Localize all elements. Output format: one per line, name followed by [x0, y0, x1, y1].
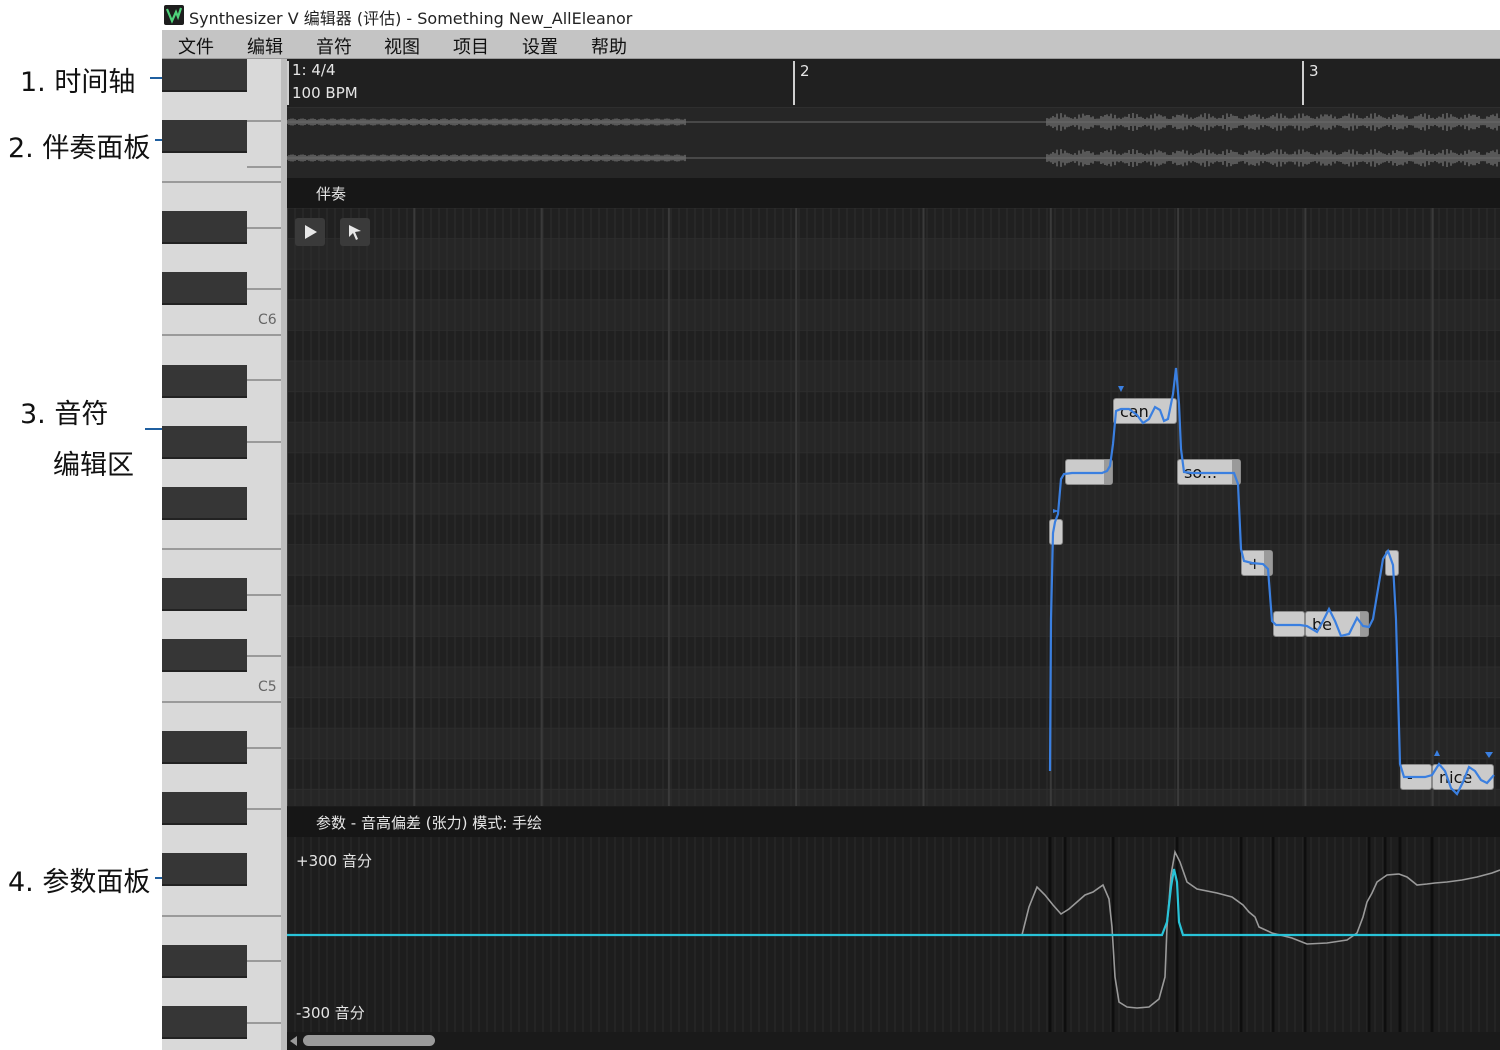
piano-black-key[interactable]	[162, 426, 247, 459]
annotation-notes: 3. 音符	[20, 399, 109, 430]
piano-key-divider	[247, 379, 285, 381]
play-icon	[305, 225, 317, 239]
note-block[interactable]: nice	[1432, 764, 1494, 790]
app-window: Synthesizer V 编辑器 (评估) - Something New_A…	[162, 0, 1500, 1050]
piano-key-divider	[247, 808, 285, 810]
tempo: 100 BPM	[292, 84, 358, 102]
piano-black-key[interactable]	[162, 59, 247, 92]
bar-3-line	[1302, 61, 1304, 105]
parameter-title: 参数 - 音高偏差 (张力) 模式: 手绘	[316, 814, 543, 832]
piano-key-divider	[162, 915, 285, 917]
note-lyric: +	[1248, 554, 1262, 573]
note-block[interactable]	[1385, 550, 1399, 576]
accompaniment-panel[interactable]	[287, 108, 1500, 178]
piano-key-divider	[247, 1022, 285, 1024]
note-lyric: be	[1312, 615, 1332, 634]
note-end-handle[interactable]	[1264, 551, 1272, 575]
piano-black-key[interactable]	[162, 639, 247, 672]
piano-black-key[interactable]	[162, 578, 247, 611]
annotation-parameters: 4. 参数面板	[8, 867, 151, 898]
note-editor-grid[interactable]	[287, 208, 1500, 806]
piano-key-divider	[162, 334, 285, 336]
note-block[interactable]	[1065, 459, 1113, 485]
grid-lines	[287, 208, 1500, 806]
piano-black-key[interactable]	[162, 945, 247, 978]
note-lyric: so...	[1184, 463, 1218, 482]
window-title: Synthesizer V 编辑器 (评估) - Something New_A…	[189, 9, 633, 28]
scroll-left-arrow-icon[interactable]	[290, 1036, 297, 1046]
note-block[interactable]: +	[1241, 550, 1273, 576]
piano-key-divider	[247, 166, 285, 168]
piano-black-key[interactable]	[162, 853, 247, 886]
piano-black-key[interactable]	[162, 272, 247, 305]
piano-label-c6: C6	[258, 312, 277, 328]
horizontal-scrollbar[interactable]	[287, 1032, 1500, 1050]
bar-3-number: 3	[1309, 62, 1319, 80]
note-block[interactable]: be	[1305, 611, 1369, 637]
note-lyric: -	[1407, 768, 1413, 787]
piano-black-key[interactable]	[162, 731, 247, 764]
accompaniment-title: 伴奏	[316, 185, 347, 203]
piano-black-key[interactable]	[162, 120, 247, 153]
menu-edit[interactable]: 编辑	[247, 33, 283, 59]
piano-label-c5: C5	[258, 679, 277, 695]
bar-1-line	[287, 61, 289, 105]
parameter-panel[interactable]: +300 音分 -300 音分	[287, 837, 1500, 1032]
piano-key-divider	[162, 181, 285, 183]
menu-notes[interactable]: 音符	[316, 33, 352, 59]
piano-key-divider	[247, 227, 285, 229]
note-end-handle[interactable]	[1232, 460, 1240, 484]
annotation-timeline: 1. 时间轴	[20, 67, 136, 98]
scrollbar-thumb[interactable]	[303, 1035, 435, 1046]
menu-project[interactable]: 项目	[453, 33, 489, 59]
piano-black-key[interactable]	[162, 1006, 247, 1039]
piano-key-divider	[162, 548, 285, 550]
menu-help[interactable]: 帮助	[591, 33, 627, 59]
menu-file[interactable]: 文件	[178, 33, 214, 59]
editor-main: 1: 4/4 100 BPM 2 3 伴奏 can so... + - be -…	[287, 59, 1500, 1050]
annotation-notes-line2: 编辑区	[53, 450, 134, 481]
piano-key-divider	[247, 288, 285, 290]
note-block[interactable]: -	[1273, 611, 1305, 637]
piano-key-divider	[247, 594, 285, 596]
parameter-min-label: -300 音分	[296, 1004, 365, 1022]
piano-key-divider	[247, 441, 285, 443]
piano-black-key[interactable]	[162, 365, 247, 398]
select-tool-button[interactable]	[340, 218, 370, 246]
piano-key-divider	[247, 655, 285, 657]
note-end-handle[interactable]	[1104, 460, 1112, 484]
piano-black-key[interactable]	[162, 792, 247, 825]
note-lyric: can	[1120, 402, 1149, 421]
parameter-header[interactable]: 参数 - 音高偏差 (张力) 模式: 手绘	[287, 807, 1500, 837]
annotation-accompaniment: 2. 伴奏面板	[8, 133, 151, 164]
bar-2-number: 2	[800, 62, 810, 80]
piano-key-divider	[247, 747, 285, 749]
note-end-handle[interactable]	[1360, 612, 1368, 636]
menu-view[interactable]: 视图	[384, 33, 420, 59]
menu-settings[interactable]: 设置	[522, 33, 558, 59]
note-block[interactable]	[1049, 519, 1063, 545]
piano-key-divider	[162, 701, 285, 703]
accompaniment-header[interactable]: 伴奏	[287, 178, 1500, 208]
piano-black-key[interactable]	[162, 487, 247, 520]
timeline[interactable]: 1: 4/4 100 BPM 2 3	[287, 59, 1500, 108]
piano-keyboard[interactable]: C6 C5	[162, 59, 285, 1050]
bar-2-line	[793, 61, 795, 105]
parameter-max-label: +300 音分	[296, 852, 372, 870]
note-block[interactable]: so...	[1177, 459, 1241, 485]
play-tool-button[interactable]	[295, 218, 325, 246]
piano-black-key[interactable]	[162, 211, 247, 244]
piano-key-divider	[247, 960, 285, 962]
accompaniment-waveform	[287, 113, 1500, 167]
menu-bar: 文件 编辑 音符 视图 项目 设置 帮助	[162, 30, 1500, 59]
title-bar[interactable]: Synthesizer V 编辑器 (评估) - Something New_A…	[162, 0, 1500, 30]
parameter-curves	[287, 837, 1500, 1032]
time-signature: 1: 4/4	[292, 61, 336, 79]
note-lyric: -	[1280, 615, 1286, 634]
synthesizer-v-logo-icon	[164, 5, 184, 25]
note-block[interactable]: can	[1113, 398, 1177, 424]
pointer-arrow-icon	[349, 225, 361, 240]
note-block[interactable]: -	[1400, 764, 1432, 790]
note-lyric: nice	[1439, 768, 1473, 787]
